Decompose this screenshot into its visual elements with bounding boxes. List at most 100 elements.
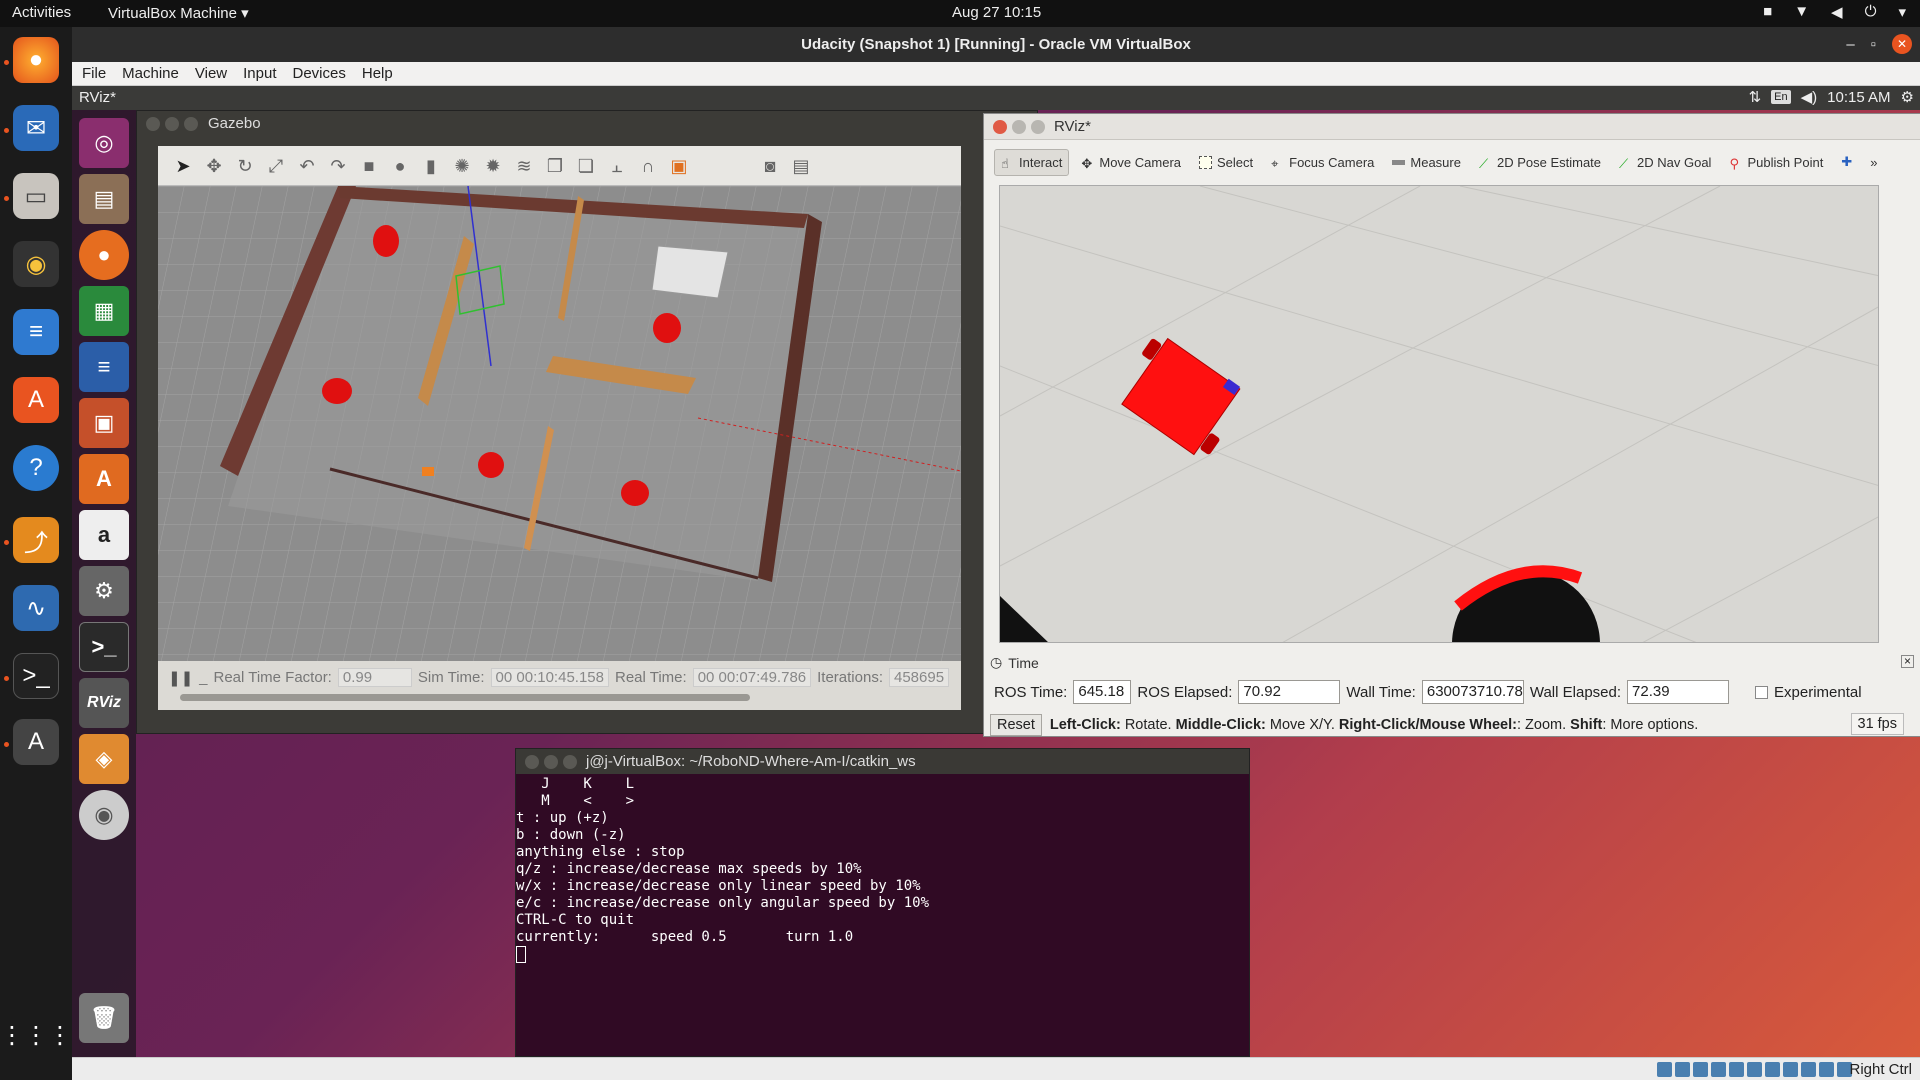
firefox-icon[interactable]: ● bbox=[13, 37, 59, 83]
tool-measure[interactable]: Measure bbox=[1386, 150, 1467, 175]
volume-icon[interactable]: ◀) bbox=[1801, 88, 1818, 106]
tool-focus-camera[interactable]: ⌖ Focus Camera bbox=[1265, 150, 1380, 175]
menu-file[interactable]: File bbox=[82, 65, 106, 82]
display-icon[interactable] bbox=[1765, 1062, 1780, 1077]
pause-icon[interactable]: ❚❚ bbox=[168, 669, 193, 687]
maximize-button[interactable] bbox=[563, 755, 577, 769]
close-button[interactable]: ✕ bbox=[1892, 34, 1912, 54]
experimental-checkbox[interactable] bbox=[1755, 685, 1769, 699]
disc-icon[interactable]: ◉ bbox=[79, 790, 129, 840]
keyboard-layout[interactable]: En bbox=[1771, 90, 1791, 104]
tool-2d-nav-goal[interactable]: ⟋ 2D Nav Goal bbox=[1613, 150, 1717, 175]
toolbar-overflow-button[interactable]: » bbox=[1864, 150, 1883, 175]
terminal-icon[interactable]: >_ bbox=[79, 622, 129, 672]
terminal-output[interactable]: J K L M < > t : up (+z) b : down (-z) anyth… bbox=[516, 774, 1249, 1057]
software-updater-icon[interactable]: A bbox=[13, 719, 59, 765]
shared-folder-icon[interactable] bbox=[1747, 1062, 1762, 1077]
menu-input[interactable]: Input bbox=[243, 65, 276, 82]
software-center-icon[interactable]: A bbox=[79, 454, 129, 504]
impress-icon[interactable]: ▣ bbox=[79, 398, 129, 448]
maximize-button[interactable]: ▫ bbox=[1871, 27, 1876, 62]
close-button[interactable] bbox=[525, 755, 539, 769]
optical-icon[interactable] bbox=[1675, 1062, 1690, 1077]
snap-icon[interactable]: ∩ bbox=[637, 155, 659, 177]
trash-icon[interactable]: 🗑 bbox=[79, 993, 129, 1043]
files-icon[interactable]: ▭ bbox=[13, 173, 59, 219]
close-panel-button[interactable]: × bbox=[1901, 655, 1914, 668]
writer-icon[interactable]: ≡ bbox=[13, 309, 59, 355]
cylinder-icon[interactable]: ▮ bbox=[420, 155, 442, 177]
guest-screen[interactable]: RViz* ⇅ En ◀) 10:15 AM ⚙ ◎ ▤ ● ▦ ≡ ▣ A a… bbox=[72, 86, 1920, 1057]
software-center-icon[interactable]: A bbox=[13, 377, 59, 423]
audio-icon[interactable] bbox=[1693, 1062, 1708, 1077]
box-icon[interactable]: ■ bbox=[358, 155, 380, 177]
step-icon[interactable]: _ bbox=[199, 669, 207, 686]
tool-move-camera[interactable]: ✥ Move Camera bbox=[1075, 150, 1187, 175]
maximize-button[interactable] bbox=[184, 117, 198, 131]
rviz-3d-viewport[interactable] bbox=[999, 185, 1879, 643]
recording-icon[interactable] bbox=[1783, 1062, 1798, 1077]
guest-clock[interactable]: 10:15 AM bbox=[1827, 89, 1890, 106]
point-light-icon[interactable]: ✺ bbox=[451, 155, 473, 177]
terminal-icon[interactable]: >_ bbox=[13, 653, 59, 699]
sphere-icon[interactable]: ● bbox=[389, 155, 411, 177]
undo-icon[interactable]: ↶ bbox=[296, 155, 318, 177]
files-icon[interactable]: ▤ bbox=[79, 174, 129, 224]
spot-light-icon[interactable]: ✹ bbox=[482, 155, 504, 177]
cpu-icon[interactable] bbox=[1801, 1062, 1816, 1077]
calc-icon[interactable]: ▦ bbox=[79, 286, 129, 336]
usb-icon[interactable] bbox=[1729, 1062, 1744, 1077]
align-icon[interactable]: ⫠ bbox=[606, 155, 628, 177]
network-icon[interactable]: ⇅ bbox=[1749, 88, 1762, 106]
clock[interactable]: Aug 27 10:15 bbox=[952, 4, 1041, 21]
screenshot-icon[interactable]: ◙ bbox=[759, 155, 781, 177]
menu-devices[interactable]: Devices bbox=[293, 65, 346, 82]
menu-machine[interactable]: Machine bbox=[122, 65, 179, 82]
minimize-button[interactable] bbox=[1012, 120, 1026, 134]
add-tool-button[interactable]: ✚ bbox=[1835, 149, 1858, 175]
tool-interact[interactable]: ☝ Interact bbox=[994, 148, 1070, 176]
thunderbird-icon[interactable]: ✉ bbox=[13, 105, 59, 151]
gazebo-3d-viewport[interactable] bbox=[158, 186, 961, 661]
network-icon[interactable] bbox=[1711, 1062, 1726, 1077]
select-arrow-icon[interactable]: ➤ bbox=[172, 155, 194, 177]
directional-light-icon[interactable]: ≋ bbox=[513, 155, 535, 177]
amazon-icon[interactable]: a bbox=[79, 510, 129, 560]
menu-help[interactable]: Help bbox=[362, 65, 393, 82]
tool-publish-point[interactable]: ⚲ Publish Point bbox=[1723, 150, 1829, 175]
writer-icon[interactable]: ≡ bbox=[79, 342, 129, 392]
system-tray[interactable]: ■ ▼ ◀ ⏻ ▾ bbox=[1763, 3, 1906, 21]
show-apps-icon[interactable]: ⋮⋮⋮ bbox=[0, 1012, 72, 1058]
minimize-button[interactable] bbox=[544, 755, 558, 769]
gazebo-icon[interactable]: ◈ bbox=[79, 734, 129, 784]
gear-icon[interactable]: ⚙ bbox=[1901, 88, 1914, 106]
mouse-integration-icon[interactable] bbox=[1819, 1062, 1834, 1077]
reset-button[interactable]: Reset bbox=[990, 714, 1042, 736]
hdd-icon[interactable] bbox=[1657, 1062, 1672, 1077]
settings-icon[interactable]: ⚙ bbox=[79, 566, 129, 616]
tool-2d-pose-estimate[interactable]: ⟋ 2D Pose Estimate bbox=[1473, 150, 1607, 175]
ubuntu-dash-icon[interactable]: ◎ bbox=[79, 118, 129, 168]
rotate-icon[interactable]: ↻ bbox=[234, 155, 256, 177]
horizontal-scrollbar[interactable] bbox=[180, 694, 750, 701]
minimize-button[interactable]: – bbox=[1846, 27, 1854, 62]
app-menu[interactable]: VirtualBox Machine ▾ bbox=[108, 4, 249, 22]
view-angle-icon[interactable]: ▣ bbox=[668, 155, 690, 177]
firefox-icon[interactable]: ● bbox=[79, 230, 129, 280]
translate-icon[interactable]: ✥ bbox=[203, 155, 225, 177]
activities-button[interactable]: Activities bbox=[12, 4, 71, 21]
log-icon[interactable]: ▤ bbox=[790, 155, 812, 177]
close-button[interactable] bbox=[146, 117, 160, 131]
rhythmbox-icon[interactable]: ◉ bbox=[13, 241, 59, 287]
rviz-icon[interactable]: RViz bbox=[79, 678, 129, 728]
blender-icon[interactable]: ⤴ bbox=[13, 517, 59, 563]
scale-icon[interactable]: ⤢ bbox=[265, 155, 287, 177]
minimize-button[interactable] bbox=[165, 117, 179, 131]
system-monitor-icon[interactable]: ∿ bbox=[13, 585, 59, 631]
copy-icon[interactable]: ❐ bbox=[544, 155, 566, 177]
maximize-button[interactable] bbox=[1031, 120, 1045, 134]
close-button[interactable] bbox=[993, 120, 1007, 134]
help-icon[interactable]: ? bbox=[13, 445, 59, 491]
menu-view[interactable]: View bbox=[195, 65, 227, 82]
redo-icon[interactable]: ↷ bbox=[327, 155, 349, 177]
